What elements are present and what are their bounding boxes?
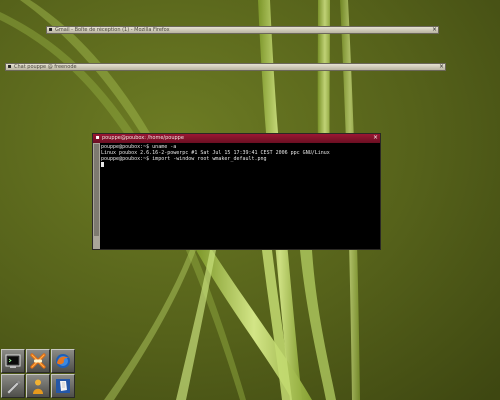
shaded-window-chat[interactable]: ▪ Chat pouppe @ freenode × [5,63,446,71]
dock-tile-firefox[interactable] [51,349,75,373]
dock-tile-user[interactable] [26,374,50,398]
terminal-icon [5,353,21,369]
pencil-icon [5,378,21,394]
text-cursor [101,162,104,167]
terminal-titlebar[interactable]: ▪ pouppe@poubox: /home/pouppe × [93,134,380,143]
dock-tile-document[interactable] [51,374,75,398]
dock-tile-pencil[interactable] [1,374,25,398]
dock-tile-xchat[interactable] [26,349,50,373]
window-title: Gmail - Boîte de réception (1) - Mozilla… [55,27,170,33]
desktop: ▪ Gmail - Boîte de réception (1) - Mozil… [0,0,500,400]
close-icon[interactable]: × [431,27,438,33]
close-icon[interactable]: × [438,64,445,70]
shaded-window-firefox[interactable]: ▪ Gmail - Boîte de réception (1) - Mozil… [46,26,439,34]
terminal-window[interactable]: ▪ pouppe@poubox: /home/pouppe × pouppe@p… [92,133,381,250]
firefox-icon [55,353,71,369]
terminal-cursor-line [101,162,379,168]
window-title: Chat pouppe @ freenode [14,64,77,70]
minimize-icon[interactable]: ▪ [47,27,54,33]
dock-tile-terminal[interactable] [1,349,25,373]
close-icon[interactable]: × [372,135,379,141]
terminal-output[interactable]: pouppe@poubox:~$ uname -a Linux poubox 2.… [101,144,379,248]
terminal-title: pouppe@poubox: /home/pouppe [102,135,184,141]
terminal-scrollbar[interactable] [93,143,100,249]
minimize-icon[interactable]: ▪ [6,64,13,70]
minimize-icon[interactable]: ▪ [94,135,101,141]
document-icon [55,378,71,394]
xchat-icon [30,353,46,369]
scrollbar-thumb[interactable] [94,144,99,236]
user-icon [30,378,46,394]
